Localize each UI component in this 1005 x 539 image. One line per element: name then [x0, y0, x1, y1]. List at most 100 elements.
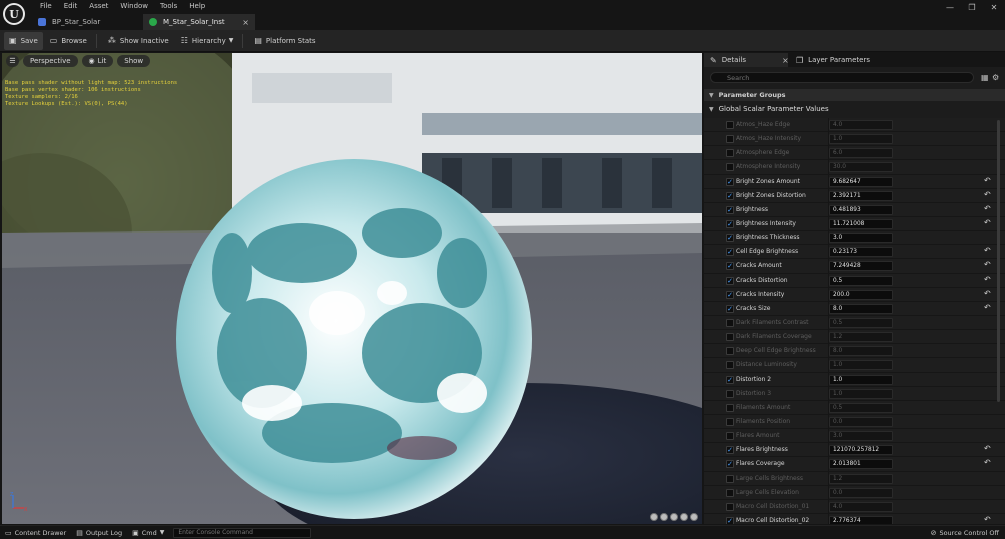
- unreal-logo-icon[interactable]: U: [3, 3, 25, 25]
- parameter-value-input[interactable]: 4.0: [829, 120, 893, 130]
- source-control-button[interactable]: ⊘ Source Control Off: [931, 526, 999, 539]
- parameter-value-input[interactable]: 0.23173: [829, 247, 893, 258]
- parameter-value-input[interactable]: 0.5: [829, 402, 893, 413]
- parameter-value-input[interactable]: 121070.257812: [829, 445, 893, 456]
- parameter-value-input[interactable]: 4.0: [829, 501, 893, 512]
- override-checkbox[interactable]: [726, 488, 734, 497]
- parameter-value-input[interactable]: 200.0: [829, 289, 893, 300]
- reset-to-default-icon[interactable]: ↶: [984, 246, 991, 255]
- parameter-value-input[interactable]: 2.013801: [829, 459, 893, 470]
- tab-layer-parameters[interactable]: ❐ Layer Parameters: [790, 53, 880, 67]
- cmd-dropdown[interactable]: ▣ Cmd ▼: [132, 526, 167, 539]
- parameter-value-input[interactable]: 9.682647: [829, 176, 893, 187]
- override-checkbox[interactable]: ✓: [726, 219, 734, 228]
- override-checkbox[interactable]: ✓: [726, 460, 734, 469]
- save-button[interactable]: ▣ Save: [4, 31, 43, 50]
- reset-to-default-icon[interactable]: ↶: [984, 176, 991, 185]
- close-tab-icon[interactable]: ×: [242, 18, 249, 27]
- override-checkbox[interactable]: ✓: [726, 248, 734, 257]
- menu-window[interactable]: Window: [114, 0, 154, 14]
- parameter-value-input[interactable]: 3.0: [829, 431, 893, 442]
- parameter-value-input[interactable]: 1.2: [829, 332, 893, 343]
- parameter-value-input[interactable]: 1.0: [829, 374, 893, 385]
- table-view-icon[interactable]: ▦: [981, 73, 989, 82]
- override-checkbox[interactable]: ✓: [726, 375, 734, 384]
- override-checkbox[interactable]: [726, 389, 734, 398]
- override-checkbox[interactable]: [726, 474, 734, 483]
- override-checkbox[interactable]: ✓: [726, 234, 734, 243]
- close-icon[interactable]: ×: [782, 56, 789, 65]
- content-drawer-button[interactable]: ▭ Content Drawer: [5, 526, 66, 539]
- menu-tools[interactable]: Tools: [154, 0, 183, 14]
- platform-stats-button[interactable]: ▤ Platform Stats: [249, 32, 320, 50]
- override-checkbox[interactable]: ✓: [726, 304, 734, 313]
- plane-preview-icon[interactable]: [670, 513, 678, 521]
- parameter-value-input[interactable]: 0.5: [829, 275, 893, 286]
- global-scalar-header[interactable]: ▼ Global Scalar Parameter Values: [704, 103, 1005, 115]
- close-window-button[interactable]: ✕: [983, 0, 1005, 14]
- hierarchy-button[interactable]: ☷ Hierarchy ▼: [176, 32, 239, 50]
- override-checkbox[interactable]: [726, 432, 734, 441]
- details-scrollbar[interactable]: [997, 120, 1000, 402]
- reset-to-default-icon[interactable]: ↶: [984, 204, 991, 213]
- parameter-value-input[interactable]: 1.0: [829, 360, 893, 371]
- menu-help[interactable]: Help: [183, 0, 211, 14]
- show-button[interactable]: Show: [117, 55, 151, 67]
- override-checkbox[interactable]: ✓: [726, 191, 734, 200]
- parameter-value-input[interactable]: 3.0: [829, 233, 893, 244]
- reset-to-default-icon[interactable]: ↶: [984, 218, 991, 227]
- override-checkbox[interactable]: [726, 403, 734, 412]
- override-checkbox[interactable]: [726, 149, 734, 158]
- override-checkbox[interactable]: ✓: [726, 262, 734, 271]
- restore-button[interactable]: ❐: [961, 0, 983, 14]
- cylinder-preview-icon[interactable]: [650, 513, 658, 521]
- parameter-value-input[interactable]: 11.721008: [829, 218, 893, 229]
- console-command-input[interactable]: [173, 527, 312, 538]
- override-checkbox[interactable]: [726, 135, 734, 144]
- reset-to-default-icon[interactable]: ↶: [984, 289, 991, 298]
- override-checkbox[interactable]: ✓: [726, 276, 734, 285]
- parameter-value-input[interactable]: 6.0: [829, 148, 893, 159]
- reset-to-default-icon[interactable]: ↶: [984, 515, 991, 524]
- parameter-value-input[interactable]: 7.249428: [829, 261, 893, 272]
- reset-to-default-icon[interactable]: ↶: [984, 303, 991, 312]
- reset-to-default-icon[interactable]: ↶: [984, 458, 991, 467]
- parameter-value-input[interactable]: 1.0: [829, 134, 893, 145]
- override-checkbox[interactable]: [726, 361, 734, 370]
- parameter-value-input[interactable]: 0.481893: [829, 204, 893, 215]
- parameter-value-input[interactable]: 0.5: [829, 317, 893, 328]
- override-checkbox[interactable]: ✓: [726, 177, 734, 186]
- reset-to-default-icon[interactable]: ↶: [984, 275, 991, 284]
- tab-m-star-solar-inst[interactable]: M_Star_Solar_Inst ×: [143, 14, 255, 30]
- override-checkbox[interactable]: [726, 121, 734, 129]
- parameter-value-input[interactable]: 0.0: [829, 487, 893, 498]
- settings-icon[interactable]: ⚙: [992, 73, 999, 82]
- parameter-value-input[interactable]: 8.0: [829, 303, 893, 314]
- parameter-value-input[interactable]: 2.776374: [829, 515, 893, 524]
- parameter-groups-header[interactable]: ▼ Parameter Groups: [704, 89, 1005, 101]
- reset-to-default-icon[interactable]: ↶: [984, 444, 991, 453]
- override-checkbox[interactable]: ✓: [726, 290, 734, 299]
- parameter-value-input[interactable]: 2.392171: [829, 190, 893, 201]
- tab-details[interactable]: ✎ Details ×: [704, 53, 789, 67]
- viewport-menu-button[interactable]: ☰: [6, 55, 19, 67]
- lit-button[interactable]: ◉ Lit: [81, 55, 114, 67]
- parameter-value-input[interactable]: 30.0: [829, 162, 893, 173]
- override-checkbox[interactable]: [726, 417, 734, 426]
- override-checkbox[interactable]: [726, 347, 734, 356]
- parameter-value-input[interactable]: 0.0: [829, 416, 893, 427]
- cube-preview-icon[interactable]: [680, 513, 688, 521]
- override-checkbox[interactable]: [726, 318, 734, 327]
- show-inactive-button[interactable]: ⁂ Show Inactive: [103, 32, 174, 50]
- override-checkbox[interactable]: [726, 333, 734, 342]
- parameter-value-input[interactable]: 1.2: [829, 473, 893, 484]
- override-checkbox[interactable]: ✓: [726, 205, 734, 214]
- search-input[interactable]: [710, 72, 974, 83]
- menu-edit[interactable]: Edit: [58, 0, 84, 14]
- override-checkbox[interactable]: ✓: [726, 446, 734, 455]
- override-checkbox[interactable]: [726, 502, 734, 511]
- menu-asset[interactable]: Asset: [83, 0, 114, 14]
- tab-bp-star-solar[interactable]: BP_Star_Solar: [32, 14, 140, 30]
- minimize-button[interactable]: —: [939, 0, 961, 14]
- reset-to-default-icon[interactable]: ↶: [984, 260, 991, 269]
